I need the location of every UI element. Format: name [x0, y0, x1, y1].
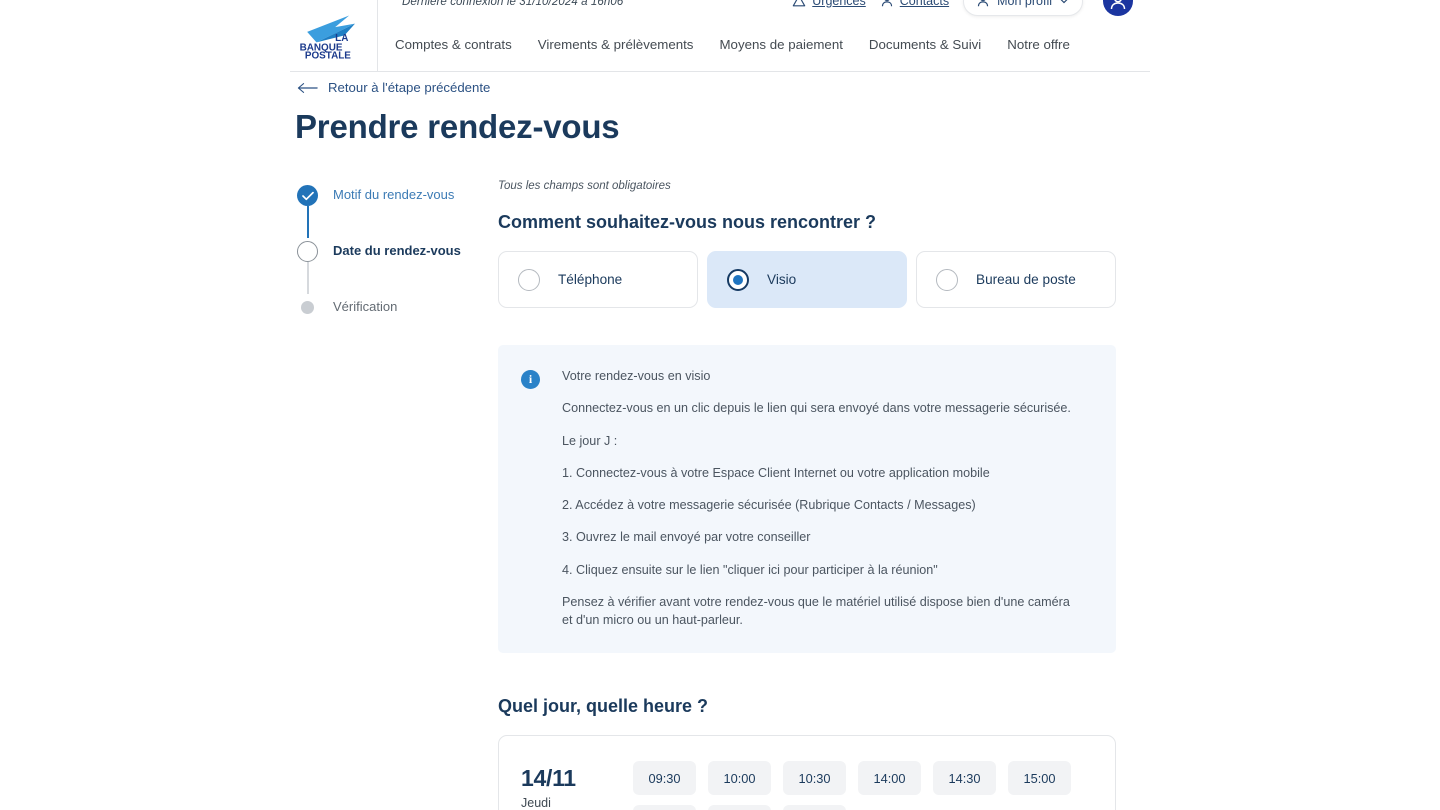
- meeting-option-bureau-de-poste[interactable]: Bureau de poste: [916, 251, 1116, 308]
- slots-heading: Quel jour, quelle heure ?: [498, 696, 709, 717]
- info-line: Pensez à vérifier avant votre rendez-vou…: [562, 594, 1070, 627]
- chevron-down-icon: [1060, 0, 1068, 4]
- meeting-type-options: Téléphone Visio Bureau de poste: [498, 251, 1116, 308]
- alert-icon: [793, 0, 806, 7]
- arrow-left-icon: [297, 82, 318, 93]
- info-line: Le jour J :: [562, 433, 618, 448]
- step-label: Date du rendez-vous: [333, 243, 461, 258]
- utility-links: Urgences Contacts Mon profil: [792, 0, 1133, 16]
- slot-chip[interactable]: 14:00: [858, 761, 921, 796]
- last-connection-text: Dernière connexion le 31/10/2024 à 16h06: [402, 0, 624, 8]
- nav-item-documents-suivi[interactable]: Documents & Suivi: [869, 37, 981, 52]
- la-banque-postale-logo-icon: LA BANQUE POSTALE: [299, 15, 355, 59]
- required-fields-note: Tous les champs sont obligatoires: [498, 180, 671, 192]
- meeting-type-heading: Comment souhaitez-vous nous rencontrer ?: [498, 212, 877, 232]
- step-connector: [306, 206, 310, 238]
- step-marker-done: [297, 185, 318, 206]
- check-icon: [301, 191, 314, 200]
- step-marker-todo: [301, 301, 314, 314]
- slot-date-number: 14/11: [521, 765, 576, 792]
- progress-stepper: Motif du rendez-vous Date du rendez-vous…: [297, 182, 472, 318]
- info-line: Connectez-vous en un clic depuis le lien…: [562, 401, 1071, 416]
- info-line: 1. Connectez-vous à votre Espace Client …: [562, 465, 990, 480]
- step-verification[interactable]: Vérification: [297, 294, 472, 318]
- site-header: LA BANQUE POSTALE Dernière connexion le …: [290, 0, 1150, 71]
- page-root: LA BANQUE POSTALE Dernière connexion le …: [0, 0, 1440, 810]
- visio-info-body: Votre rendez-vous en visio Connectez-vou…: [562, 367, 1092, 629]
- step-label: Vérification: [333, 299, 398, 314]
- slot-chip[interactable]: 10:30: [783, 761, 846, 796]
- svg-text:POSTALE: POSTALE: [304, 50, 350, 59]
- header-divider: [290, 71, 1150, 72]
- radio-selected-icon: [727, 268, 749, 291]
- nav-item-notre-offre[interactable]: Notre offre: [1007, 37, 1070, 52]
- utility-link-contacts[interactable]: Contacts: [880, 0, 949, 8]
- step-motif-du-rendez-vous[interactable]: Motif du rendez-vous: [297, 182, 472, 238]
- slots-card: 14/11 Jeudi 09:30 10:00 10:30 14:00 14:3…: [498, 735, 1116, 810]
- info-line: 3. Ouvrez le mail envoyé par votre conse…: [562, 530, 811, 545]
- utility-link-label: Contacts: [899, 0, 950, 8]
- main-navigation: Comptes & contrats Virements & prélèveme…: [395, 37, 1070, 52]
- avatar[interactable]: [1103, 0, 1133, 16]
- slot-chip[interactable]: 15:30: [633, 805, 696, 810]
- slot-chip[interactable]: 15:00: [1008, 761, 1071, 796]
- back-link[interactable]: Retour à l'étape précédente: [297, 80, 490, 95]
- back-link-label: Retour à l'étape précédente: [328, 80, 491, 95]
- info-icon: i: [521, 370, 540, 389]
- utility-link-urgences[interactable]: Urgences: [792, 0, 866, 8]
- avatar-user-icon: [1110, 0, 1126, 10]
- main-content: Tous les champs sont obligatoires Commen…: [498, 180, 1116, 810]
- step-marker-current: [297, 241, 318, 262]
- slot-chip[interactable]: 16:00: [708, 805, 771, 810]
- info-line: Votre rendez-vous en visio: [562, 369, 711, 383]
- user-outline-icon: [977, 0, 989, 6]
- step-date-du-rendez-vous[interactable]: Date du rendez-vous: [297, 238, 472, 294]
- slot-chip[interactable]: 10:00: [708, 761, 771, 796]
- meeting-option-label: Visio: [767, 272, 797, 287]
- visio-info-box: i Votre rendez-vous en visio Connectez-v…: [498, 345, 1116, 654]
- page-title: Prendre rendez-vous: [295, 108, 620, 145]
- slot-chip[interactable]: 14:30: [933, 761, 996, 796]
- radio-icon: [518, 268, 540, 291]
- meeting-option-visio[interactable]: Visio: [707, 251, 907, 308]
- nav-item-virements-prelevements[interactable]: Virements & prélèvements: [538, 37, 694, 52]
- logo[interactable]: LA BANQUE POSTALE: [290, 0, 378, 71]
- slot-date: 14/11 Jeudi: [521, 761, 607, 810]
- slot-chip[interactable]: 09:30: [633, 761, 696, 796]
- slot-time-grid: 09:30 10:00 10:30 14:00 14:30 15:00 15:3…: [633, 761, 1073, 810]
- profile-button[interactable]: Mon profil: [963, 0, 1083, 16]
- info-line: 4. Cliquez ensuite sur le lien "cliquer …: [562, 562, 938, 577]
- slot-date-weekday: Jeudi: [521, 796, 551, 810]
- profile-button-label: Mon profil: [997, 0, 1052, 8]
- meeting-option-label: Téléphone: [558, 272, 623, 287]
- user-icon: [881, 0, 892, 7]
- radio-icon: [936, 268, 958, 291]
- step-connector: [306, 262, 310, 294]
- nav-item-moyens-de-paiement[interactable]: Moyens de paiement: [719, 37, 842, 52]
- step-label: Motif du rendez-vous: [333, 187, 455, 202]
- meeting-option-label: Bureau de poste: [976, 272, 1076, 287]
- nav-item-comptes-contrats[interactable]: Comptes & contrats: [395, 37, 512, 52]
- slot-chip[interactable]: 16:30: [783, 805, 846, 810]
- info-line: 2. Accédez à votre messagerie sécurisée …: [562, 498, 976, 512]
- utility-link-label: Urgences: [812, 0, 866, 8]
- meeting-option-telephone[interactable]: Téléphone: [498, 251, 698, 308]
